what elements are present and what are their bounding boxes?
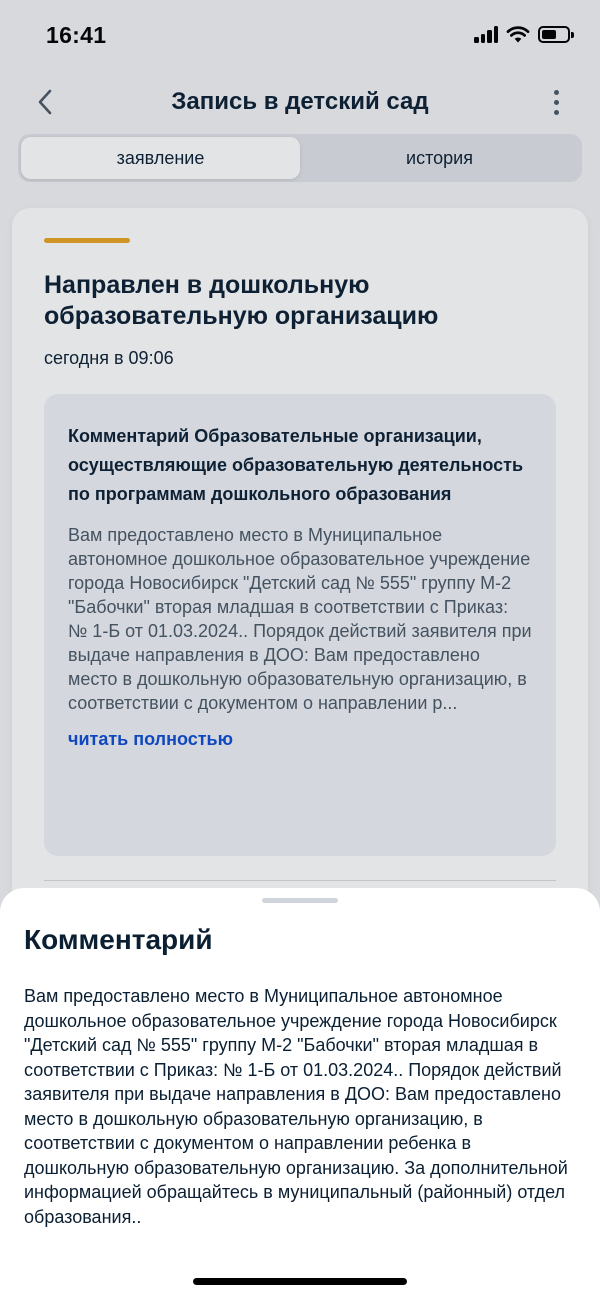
sheet-comment-text: Вам предоставлено место в Муниципальное …: [24, 986, 568, 1227]
comment-bottom-sheet: Комментарий Вам предоставлено место в Му…: [0, 888, 600, 1297]
home-indicator[interactable]: [193, 1278, 407, 1285]
sheet-title: Комментарий: [24, 924, 213, 955]
sheet-drag-handle[interactable]: [262, 898, 338, 903]
